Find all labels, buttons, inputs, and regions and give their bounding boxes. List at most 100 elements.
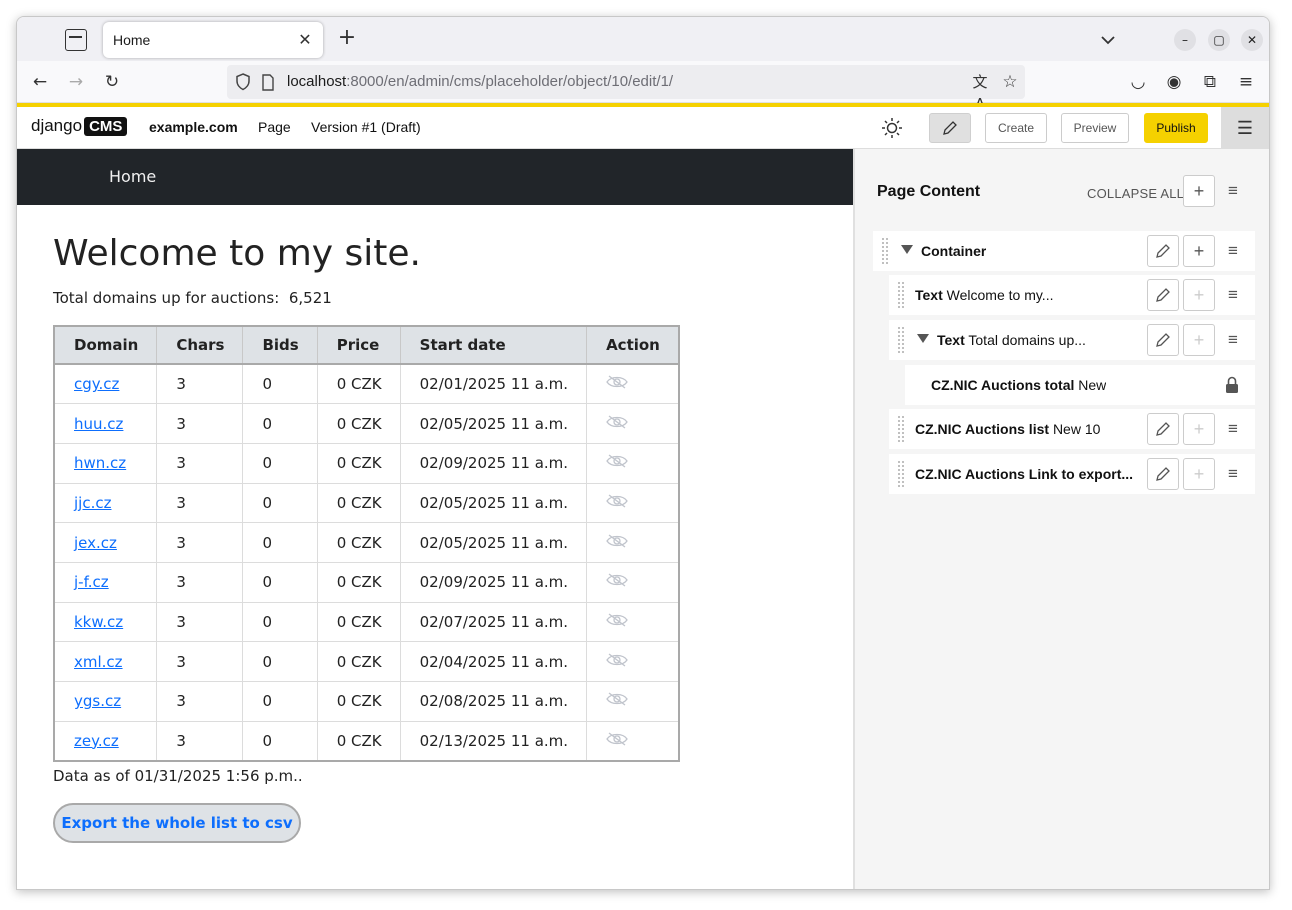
star-icon[interactable]: ☆	[999, 71, 1021, 93]
action-cell	[586, 681, 680, 722]
domain-link[interactable]: jjc.cz	[74, 494, 111, 512]
drag-handle-icon[interactable]	[881, 237, 889, 265]
eye-slash-icon[interactable]	[606, 494, 628, 512]
table-cell: 0	[242, 522, 318, 563]
add-plugin-icon[interactable]: +	[1183, 458, 1215, 490]
eye-slash-icon[interactable]	[606, 692, 628, 710]
browser-tab[interactable]: Home ✕	[103, 22, 323, 58]
close-window-icon[interactable]: ✕	[1241, 29, 1263, 51]
edit-mode-button[interactable]	[929, 113, 971, 143]
shield-icon[interactable]	[235, 73, 251, 91]
table-cell: 0	[242, 681, 318, 722]
edit-plugin-icon[interactable]	[1147, 324, 1179, 356]
column-header: Chars	[156, 325, 244, 365]
plugin-auctions-total[interactable]: CZ.NIC Auctions total New	[905, 365, 1255, 405]
translate-icon[interactable]: 文A	[969, 71, 991, 113]
add-plugin-icon[interactable]: +	[1183, 324, 1215, 356]
plugin-text-welcome[interactable]: Text Welcome to my... + ≡	[889, 275, 1255, 315]
publish-button[interactable]: Publish	[1144, 113, 1208, 143]
domain-link[interactable]: kkw.cz	[74, 613, 123, 631]
extensions-icon[interactable]: ⧉	[1199, 71, 1221, 93]
eye-slash-icon[interactable]	[606, 534, 628, 552]
preview-button[interactable]: Preview	[1061, 113, 1129, 143]
page-menu[interactable]: Page	[258, 119, 291, 135]
plugin-menu-icon[interactable]: ≡	[1223, 330, 1243, 350]
url-text[interactable]: localhost:8000/en/admin/cms/placeholder/…	[287, 73, 673, 90]
edit-plugin-icon[interactable]	[1147, 279, 1179, 311]
domain-link[interactable]: jex.cz	[74, 534, 117, 552]
sun-icon[interactable]	[881, 117, 903, 139]
new-tab-icon[interactable]: +	[335, 27, 359, 51]
table-cell: 0 CZK	[316, 363, 401, 405]
tab-list-icon[interactable]	[65, 29, 87, 51]
drag-handle-icon[interactable]	[897, 281, 905, 309]
edit-plugin-icon[interactable]	[1147, 413, 1179, 445]
create-button[interactable]: Create	[985, 113, 1047, 143]
eye-slash-icon[interactable]	[606, 653, 628, 671]
add-plugin-icon[interactable]: +	[1183, 235, 1215, 267]
domain-link[interactable]: xml.cz	[74, 653, 123, 671]
table-cell: 3	[156, 681, 244, 722]
eye-slash-icon[interactable]	[606, 415, 628, 433]
drag-handle-icon[interactable]	[897, 326, 905, 354]
forward-icon[interactable]: →	[65, 71, 87, 93]
edit-plugin-icon[interactable]	[1147, 458, 1179, 490]
chevron-down-icon[interactable]	[1097, 29, 1119, 51]
structure-toggle-icon[interactable]: ☰	[1221, 107, 1269, 149]
plugin-auctions-list[interactable]: CZ.NIC Auctions list New 10 + ≡	[889, 409, 1255, 449]
minimize-icon[interactable]: –	[1174, 29, 1196, 51]
plugin-auctions-export-link[interactable]: CZ.NIC Auctions Link to export... + ≡	[889, 454, 1255, 494]
drag-handle-icon[interactable]	[897, 415, 905, 443]
table-cell: 02/09/2025 11 a.m.	[399, 561, 588, 603]
add-plugin-icon[interactable]: +	[1183, 279, 1215, 311]
add-plugin-icon[interactable]: +	[1183, 413, 1215, 445]
plugin-menu-icon[interactable]: ≡	[1223, 285, 1243, 305]
pocket-icon[interactable]: ◡	[1127, 71, 1149, 93]
domain-link[interactable]: zey.cz	[74, 732, 119, 750]
back-icon[interactable]: ←	[29, 71, 51, 93]
collapse-all-button[interactable]: COLLAPSE ALL	[1087, 186, 1184, 201]
account-icon[interactable]: ◉	[1163, 71, 1185, 93]
table-cell: 0	[242, 482, 318, 524]
close-tab-icon[interactable]: ✕	[295, 30, 315, 50]
plugin-container[interactable]: Container + ≡	[873, 231, 1255, 271]
caret-down-icon[interactable]	[917, 334, 929, 343]
domain-link[interactable]: huu.cz	[74, 415, 123, 433]
drag-handle-icon[interactable]	[897, 460, 905, 488]
eye-slash-icon[interactable]	[606, 613, 628, 631]
reload-icon[interactable]: ↻	[101, 71, 123, 93]
menu-icon[interactable]: ≡	[1235, 71, 1257, 93]
domain-link[interactable]: ygs.cz	[74, 692, 121, 710]
domain-link[interactable]: hwn.cz	[74, 454, 126, 472]
edit-plugin-icon[interactable]	[1147, 235, 1179, 267]
table-cell: 0 CZK	[316, 561, 401, 603]
eye-slash-icon[interactable]	[606, 454, 628, 472]
nav-home-link[interactable]: Home	[109, 167, 156, 186]
maximize-icon[interactable]: ▢	[1208, 29, 1230, 51]
caret-down-icon[interactable]	[901, 245, 913, 254]
table-row: xml.cz 3 0 0 CZK 02/04/2025 11 a.m.	[53, 641, 680, 682]
site-menu[interactable]: example.com	[149, 119, 238, 135]
export-csv-button[interactable]: Export the whole list to csv	[53, 803, 301, 843]
add-plugin-icon[interactable]: +	[1183, 175, 1215, 207]
table-cell: 0	[242, 601, 318, 643]
domain-link[interactable]: cgy.cz	[74, 375, 119, 393]
table-cell: 0	[242, 363, 318, 405]
page-content: Home Welcome to my site. Total domains u…	[17, 149, 853, 889]
domain-link[interactable]: j-f.cz	[74, 573, 109, 591]
placeholder-menu-icon[interactable]: ≡	[1223, 181, 1243, 201]
eye-slash-icon[interactable]	[606, 573, 628, 591]
table-cell: 02/05/2025 11 a.m.	[399, 482, 588, 524]
plugin-menu-icon[interactable]: ≡	[1223, 419, 1243, 439]
table-cell: 0	[242, 442, 318, 484]
eye-slash-icon[interactable]	[606, 732, 628, 750]
plugin-text-total[interactable]: Text Total domains up... + ≡	[889, 320, 1255, 360]
plugin-menu-icon[interactable]: ≡	[1223, 241, 1243, 261]
plugin-menu-icon[interactable]: ≡	[1223, 464, 1243, 484]
version-menu[interactable]: Version #1 (Draft)	[311, 119, 421, 135]
django-cms-logo[interactable]: django CMS	[31, 116, 128, 136]
page-icon[interactable]	[261, 74, 275, 91]
table-cell: 0	[242, 561, 318, 603]
url-bar[interactable]: localhost:8000/en/admin/cms/placeholder/…	[227, 65, 1025, 113]
eye-slash-icon[interactable]	[606, 375, 628, 393]
